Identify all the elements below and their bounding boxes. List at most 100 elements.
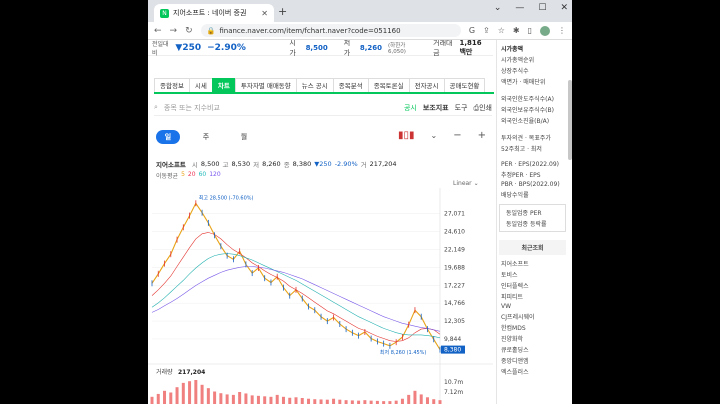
- summary-line-3: 액면가 · 매매단위: [501, 79, 546, 86]
- tab-8[interactable]: 공매도현황: [443, 78, 486, 92]
- tab-7[interactable]: 전자공시: [408, 78, 445, 92]
- recent-item-10[interactable]: 엑스플러스: [497, 366, 568, 377]
- url-text: finance.naver.com/item/fchart.naver?code…: [219, 26, 401, 35]
- compare-search-input[interactable]: 종목 또는 지수비교: [164, 103, 398, 113]
- disclosure-tool[interactable]: 공시: [404, 103, 417, 113]
- ohlc-info: 지어소프트 시 8,500 고 8,530 저 8,260 종 8,380 ▼250 -…: [156, 160, 397, 169]
- recent-item-3[interactable]: 피피티트: [497, 291, 568, 302]
- series-line-2: [151, 253, 441, 339]
- compare-search-row: ⌕ 종목 또는 지수비교 공시 보조지표 도구 ⎙인쇄: [154, 100, 492, 116]
- info-open: 8,500: [200, 160, 220, 168]
- close-window-icon[interactable]: ✕: [560, 3, 568, 13]
- volume-bar: [294, 397, 298, 404]
- low-limit: (하한가 6,050): [388, 42, 406, 55]
- minimize-icon[interactable]: —: [515, 3, 524, 13]
- recent-item-5[interactable]: CJ프레시웨이: [497, 311, 568, 322]
- indicator-tool[interactable]: 보조지표: [423, 103, 449, 113]
- volume-tick-label: 10.7m: [444, 379, 463, 386]
- page-content: 전일대비 ▼250 −2.90% 시가 8,500 저가 8,260 (하한가 …: [148, 40, 572, 404]
- url-input[interactable]: 🔒 finance.naver.com/item/fchart.naver?co…: [200, 24, 461, 37]
- y-tick-label: 14,766: [444, 300, 465, 307]
- chart-controls: ▮▯▮ ⌄ − +: [398, 130, 486, 141]
- stock-tabs: 종합정보 시세 차트 투자자별 매매동향 뉴스 공시 종목분석 종목토론실 전자공시 공매도현황: [154, 78, 494, 94]
- scrollbar[interactable]: [568, 80, 572, 160]
- volume-bar: [156, 393, 160, 404]
- volume-bar: [288, 397, 292, 404]
- drawing-tool[interactable]: 도구: [455, 103, 468, 113]
- moving-average-legend: 이동평균 5 20 60 120: [156, 171, 221, 180]
- period-month[interactable]: 월: [232, 130, 256, 144]
- zoom-in-icon[interactable]: +: [478, 130, 486, 141]
- recent-item-9[interactable]: 중앙디앤엠: [497, 355, 568, 366]
- close-tab-icon[interactable]: ✕: [261, 9, 268, 18]
- tab-2[interactable]: 차트: [211, 78, 236, 92]
- summary-line-0: 시가총액: [501, 46, 524, 53]
- tab-0[interactable]: 종합정보: [154, 78, 190, 92]
- maximize-icon[interactable]: ☐: [538, 3, 546, 13]
- volume-bar: [213, 391, 217, 404]
- volume-bar: [163, 390, 167, 404]
- volume-bar: [225, 394, 229, 404]
- volume-bar: [188, 381, 192, 404]
- extension-icon[interactable]: ✱: [513, 26, 520, 36]
- same-industry-box: 동일업종 PER 동일업종 등락률: [499, 204, 566, 232]
- recent-item-6[interactable]: 한컴MDS: [497, 322, 568, 333]
- chevron-down-icon[interactable]: ⌄: [494, 3, 502, 13]
- y-tick-label: 9,844: [444, 336, 461, 343]
- foreign-line-0: 외국인한도주식수(A): [501, 96, 554, 103]
- period-week[interactable]: 주: [194, 130, 218, 144]
- recent-item-7[interactable]: 진양화학: [497, 333, 568, 344]
- info-high: 8,530: [231, 160, 251, 168]
- browser-tab[interactable]: N 지어소프트 : 네이버 증권 ✕: [154, 4, 274, 22]
- recent-item-1[interactable]: 토비스: [497, 269, 568, 280]
- ma-label: 이동평균: [156, 173, 179, 180]
- per-line-2: PBR · BPS(2022.09): [501, 181, 560, 188]
- new-tab-icon[interactable]: +: [278, 5, 287, 18]
- ma-20: 20: [187, 171, 196, 178]
- tab-6[interactable]: 종목토론실: [367, 78, 410, 92]
- volume-bar: [307, 398, 311, 404]
- change-pct: −2.90%: [207, 42, 246, 53]
- google-icon[interactable]: G: [469, 26, 475, 36]
- back-icon[interactable]: ←: [154, 26, 162, 36]
- price-chart[interactable]: 27,071 24,610 22,149 19,688 17,227 14,766 12,3…: [148, 188, 493, 404]
- change-label: 전일대비: [152, 40, 169, 57]
- sidebar-icon[interactable]: ▯: [528, 26, 532, 36]
- reload-icon[interactable]: ↻: [185, 26, 193, 36]
- candlestick-icon[interactable]: ▮▯▮: [398, 130, 415, 141]
- recent-item-2[interactable]: 인터플렉스: [497, 280, 568, 291]
- zoom-out-icon[interactable]: −: [453, 130, 461, 141]
- tab-1[interactable]: 시세: [188, 78, 213, 92]
- recent-item-4[interactable]: VW: [497, 302, 568, 311]
- print-tool[interactable]: ⎙인쇄: [474, 103, 493, 113]
- last-price-label: 8,380: [444, 347, 461, 354]
- chevron-down-icon[interactable]: ⌄: [431, 131, 438, 140]
- more-icon[interactable]: ⋮: [558, 26, 566, 36]
- per-line-1: 추정PER · EPS: [501, 172, 541, 179]
- volume-bar: [338, 399, 342, 404]
- per-line-3: 배당수익률: [501, 192, 529, 199]
- share-icon[interactable]: ⇪: [483, 26, 490, 36]
- info-change: ▼250: [314, 160, 332, 168]
- volume-bar: [169, 392, 173, 404]
- recent-item-8[interactable]: 큐로홀딩스: [497, 344, 568, 355]
- tab-4[interactable]: 뉴스 공시: [295, 78, 334, 92]
- recent-title: 최근조회: [499, 240, 566, 255]
- ma-5: 5: [181, 171, 185, 178]
- scale-selector[interactable]: Linear ⌄: [453, 180, 479, 187]
- same-industry-line-1: 동일업종 등락률: [506, 221, 547, 228]
- info-pct: -2.90%: [334, 160, 358, 168]
- volume-bar: [219, 393, 223, 404]
- tab-3[interactable]: 투자자별 매매동향: [234, 78, 297, 92]
- profile-avatar[interactable]: [540, 25, 550, 36]
- star-icon[interactable]: ☆: [498, 26, 505, 36]
- volume-bar: [357, 400, 361, 404]
- forward-icon[interactable]: →: [170, 26, 178, 36]
- browser-tools: G ⇪ ☆ ✱ ▯ ⋮: [469, 25, 566, 36]
- low-value: 8,260: [359, 43, 383, 52]
- volume-bar: [194, 380, 198, 404]
- period-day[interactable]: 일: [156, 130, 180, 144]
- tab-5[interactable]: 종목분석: [332, 78, 369, 92]
- recent-item-0[interactable]: 지어소프트: [497, 258, 568, 269]
- open-value: 8,500: [305, 43, 328, 52]
